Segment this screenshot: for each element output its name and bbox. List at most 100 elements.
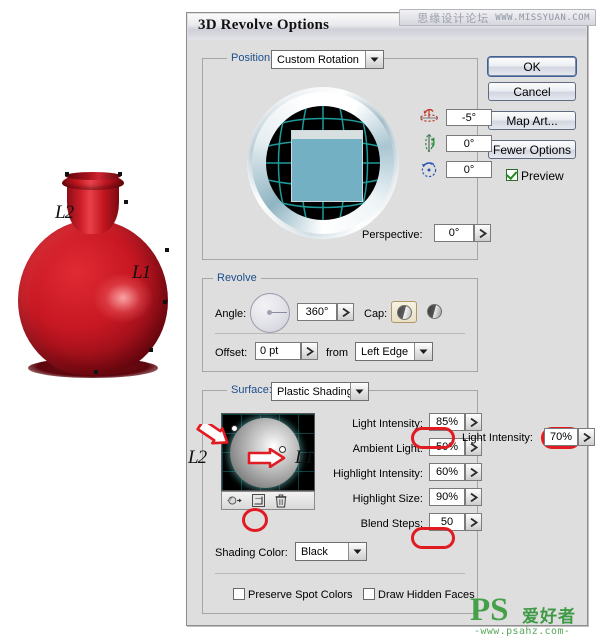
map-art-button[interactable]: Map Art... — [488, 111, 576, 130]
vase-lip-top — [65, 172, 121, 180]
offset-field[interactable]: 0 pt — [255, 342, 301, 360]
shading-color-label: Shading Color: — [215, 547, 288, 559]
ok-button[interactable]: OK — [488, 57, 576, 76]
rotate-z-icon[interactable] — [419, 159, 439, 182]
fewer-options-button[interactable]: Fewer Options — [488, 140, 576, 159]
shading-color-combo[interactable]: Black — [295, 542, 367, 561]
anchor-point — [118, 172, 122, 176]
offset-from-label: from — [326, 347, 348, 359]
anchor-point — [94, 370, 98, 374]
perspective-stepper[interactable] — [474, 224, 491, 242]
angle-dial[interactable] — [250, 293, 290, 333]
surface-group-label: Surface: — [227, 384, 276, 396]
preview-checkbox[interactable] — [506, 169, 518, 181]
draw-hidden-faces-checkbox[interactable] — [363, 588, 375, 600]
angle-label: Angle: — [215, 308, 247, 320]
offset-from-combo[interactable]: Left Edge — [355, 342, 433, 361]
external-light-intensity-label: Light Intensity: — [462, 432, 533, 444]
rotate-x-field[interactable]: -5° — [446, 109, 492, 126]
surface-shading-value: Plastic Shading — [277, 385, 353, 398]
artwork-face-plane — [291, 130, 363, 202]
position-group: Position: Custom Rotation -5° 0° 0° Pers… — [202, 50, 492, 260]
preview-label: Preview — [521, 169, 564, 183]
highlight-size-stepper[interactable] — [465, 488, 482, 506]
anchor-point — [149, 348, 153, 352]
blend-steps-stepper[interactable] — [465, 513, 482, 531]
surface-row-label: Ambient Light: — [352, 443, 423, 455]
chevron-down-icon[interactable] — [348, 543, 366, 560]
anchor-point — [124, 200, 128, 204]
draw-hidden-faces-label: Draw Hidden Faces — [378, 589, 475, 601]
angle-dial-hand — [270, 312, 287, 313]
preserve-spot-colors-checkbox[interactable] — [233, 588, 245, 600]
revolve-group: Revolve Angle: 360° Cap: Offset: 0 pt fr… — [202, 272, 478, 372]
perspective-label: Perspective: — [362, 229, 423, 241]
anchor-point — [65, 172, 69, 176]
surface-row-label: Light Intensity: — [352, 418, 423, 430]
perspective-field[interactable]: 0° — [434, 224, 474, 242]
move-light-behind-icon[interactable] — [227, 494, 243, 508]
vase-body — [18, 220, 168, 375]
rotate-y-icon[interactable] — [419, 133, 439, 156]
chevron-down-icon[interactable] — [350, 383, 368, 400]
highlight-size-field[interactable]: 90% — [429, 488, 465, 506]
surface-divider — [215, 573, 465, 574]
3d-revolve-options-dialog: 3D Revolve Options OK Cancel Map Art... … — [186, 12, 588, 626]
cap-solid-icon — [396, 304, 412, 320]
vase-label-l2: L2 — [55, 202, 74, 223]
offset-stepper[interactable] — [301, 342, 318, 360]
anchor-point — [165, 248, 169, 252]
surface-row-label: Highlight Intensity: — [333, 468, 423, 480]
shading-color-value: Black — [301, 545, 328, 558]
preview-sphere — [230, 418, 300, 488]
cap-on-button[interactable] — [391, 301, 417, 323]
watermark-top-cn: 思缘设计论坛 — [417, 11, 490, 25]
light-toolbar — [221, 491, 315, 510]
surface-shading-combo[interactable]: Plastic Shading — [271, 382, 369, 401]
angle-stepper[interactable] — [337, 303, 354, 321]
angle-field[interactable]: 360° — [297, 303, 337, 321]
offset-label: Offset: — [215, 347, 248, 359]
anchor-point — [163, 300, 167, 304]
rotate-z-field[interactable]: 0° — [446, 161, 492, 178]
dialog-body: OK Cancel Map Art... Fewer Options Previ… — [188, 40, 586, 624]
external-light-intensity-field[interactable]: 70% — [544, 428, 578, 446]
chevron-down-icon[interactable] — [414, 343, 432, 360]
blend-steps-field[interactable]: 50 — [429, 513, 465, 531]
rotate-x-icon[interactable] — [419, 107, 439, 130]
external-light-intensity-stepper[interactable] — [578, 428, 595, 446]
cap-off-button[interactable] — [427, 304, 442, 319]
watermark-top-url: WWW.MISSYUAN.COM — [495, 12, 590, 23]
revolve-divider — [215, 333, 465, 334]
surface-row-label: Blend Steps: — [360, 518, 423, 530]
watermark-bottom-cn: 爱好者 — [522, 607, 576, 627]
watermark-top: 思缘设计论坛 WWW.MISSYUAN.COM — [399, 9, 596, 26]
cap-hollow-icon — [427, 304, 442, 319]
surface-row-label: Highlight Size: — [352, 493, 423, 505]
light-handle-l2[interactable] — [231, 425, 238, 432]
position-preset-combo[interactable]: Custom Rotation — [271, 50, 384, 69]
chevron-down-icon[interactable] — [365, 51, 383, 68]
new-light-icon[interactable] — [250, 494, 266, 508]
watermark-bottom-url: -www.psahz.com- — [474, 626, 571, 637]
position-group-label: Position: — [227, 52, 278, 64]
highlight-intensity-field[interactable]: 60% — [429, 463, 465, 481]
offset-from-value: Left Edge — [361, 345, 409, 358]
ambient-light-field[interactable]: 50% — [429, 438, 465, 456]
vase-label-l1: L1 — [132, 262, 151, 283]
cancel-button[interactable]: Cancel — [488, 82, 576, 101]
cap-label: Cap: — [364, 308, 388, 320]
surface-group: Surface: Plastic Shading Light Intensity… — [202, 382, 482, 614]
angle-dial-hub — [267, 310, 272, 315]
rotate-y-field[interactable]: 0° — [446, 135, 492, 152]
delete-light-icon[interactable] — [273, 494, 289, 508]
watermark-bottom-ps: PS — [470, 592, 509, 628]
revolve-group-label: Revolve — [213, 272, 261, 284]
position-trackball-preview[interactable] — [247, 87, 399, 239]
vase-illustration: L2 L1 — [8, 170, 178, 380]
external-light-intensity-annotation: Light Intensity: 70% — [462, 428, 600, 448]
light-handle-l1[interactable] — [279, 446, 286, 453]
dialog-title: 3D Revolve Options — [198, 17, 330, 33]
light-intensity-field[interactable]: 85% — [429, 413, 465, 431]
highlight-intensity-stepper[interactable] — [465, 463, 482, 481]
